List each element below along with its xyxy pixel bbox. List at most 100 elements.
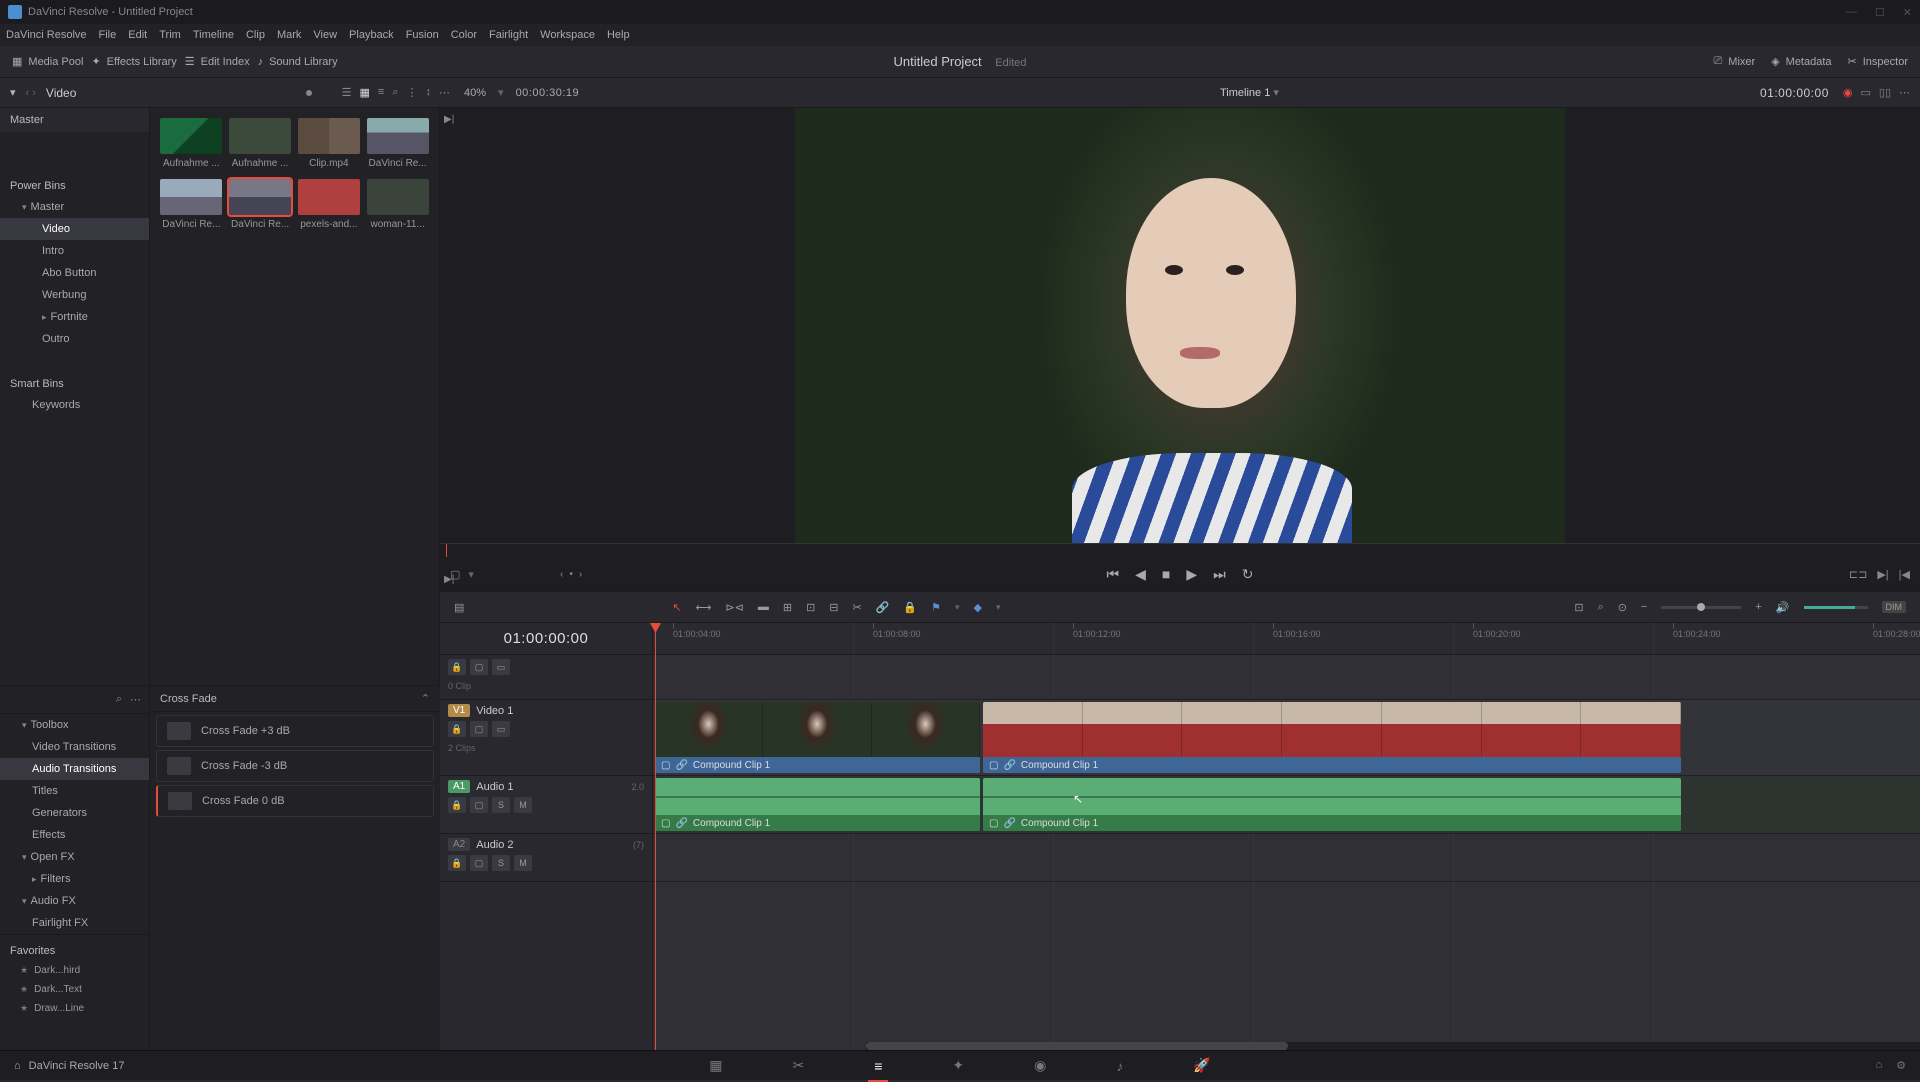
view-list-icon[interactable]: ≡	[378, 86, 384, 99]
menu-view[interactable]: View	[313, 29, 337, 41]
zoom-detail-icon[interactable]: ⌕	[1598, 601, 1604, 614]
timeline-tracks[interactable]: 01:00:04:0001:00:08:0001:00:12:0001:00:1…	[653, 623, 1920, 1050]
go-out-icon[interactable]: |◀	[1899, 568, 1910, 581]
clip-thumb[interactable]: pexels-and...	[298, 179, 361, 230]
bin-intro[interactable]: Intro	[0, 240, 149, 262]
keywords-bin[interactable]: Keywords	[0, 394, 149, 416]
viewer-image[interactable]	[795, 108, 1565, 543]
window-maximize[interactable]: ☐	[1875, 6, 1885, 19]
menu-help[interactable]: Help	[607, 29, 630, 41]
timeline-name-dropdown[interactable]: Timeline 1 ▾	[1220, 86, 1279, 99]
track-head-a2[interactable]: A2Audio 2(7) 🔒▢SM	[440, 834, 652, 882]
clip-a1-1[interactable]: ▢🔗Compound Clip 1	[655, 778, 980, 831]
insert-tool[interactable]: ⊞	[783, 601, 792, 614]
dim-button[interactable]: DIM	[1882, 601, 1907, 613]
arm-a1[interactable]: ▢	[470, 797, 488, 813]
bin-fortnite[interactable]: Fortnite	[0, 306, 149, 328]
viewer-zoom[interactable]: 40%	[464, 87, 486, 99]
inspector-toggle[interactable]: ✂Inspector	[1848, 55, 1908, 68]
clip-a1-2[interactable]: ▢🔗Compound Clip 1	[983, 778, 1681, 831]
fx-search-icon[interactable]: ⌕	[116, 693, 122, 706]
track-a1[interactable]: ▢🔗Compound Clip 1 ▢🔗Compound Clip 1 ↖	[653, 776, 1920, 834]
edit-index-toggle[interactable]: ☰ Edit Index	[185, 55, 250, 68]
go-start-button[interactable]: ⏮	[1107, 566, 1120, 583]
fx-menu-icon[interactable]: ⋯	[130, 693, 141, 706]
deliver-page[interactable]: 🚀	[1193, 1057, 1210, 1074]
clip-thumb[interactable]: woman-11...	[366, 179, 429, 230]
effects-library-toggle[interactable]: ✦ Effects Library	[91, 55, 176, 68]
track-v2[interactable]	[653, 655, 1920, 700]
fairlight-page[interactable]: ♪	[1116, 1058, 1123, 1074]
selection-tool[interactable]: ↖	[672, 601, 681, 614]
menu-davinci-resolve[interactable]: DaVinci Resolve	[6, 29, 87, 41]
step-fwd-button[interactable]: ⏭	[1213, 566, 1226, 583]
mixer-toggle[interactable]: ⎚Mixer	[1713, 55, 1755, 68]
filter-icon[interactable]: ⋮	[407, 86, 418, 99]
mute-v1[interactable]: ▭	[492, 721, 510, 737]
lock-a1[interactable]: 🔒	[448, 797, 466, 813]
auto-select-v2[interactable]: ▢	[470, 659, 488, 675]
zoom-full-icon[interactable]: ⊙	[1618, 601, 1627, 614]
track-head-v2[interactable]: 🔒▢▭ 0 Clip	[440, 655, 652, 700]
loop-button[interactable]: ↻	[1242, 566, 1254, 583]
mute-a1[interactable]: M	[514, 797, 532, 813]
mute-a2[interactable]: M	[514, 855, 532, 871]
lock-a2[interactable]: 🔒	[448, 855, 466, 871]
openfx-section[interactable]: Open FX	[0, 846, 149, 868]
search-icon[interactable]: ⌕	[392, 86, 398, 99]
in-out-icon[interactable]: ⊏⊐	[1849, 568, 1867, 581]
single-viewer-icon[interactable]: ▭	[1860, 86, 1870, 99]
bin-werbung[interactable]: Werbung	[0, 284, 149, 306]
fx-item[interactable]: Cross Fade -3 dB	[156, 750, 434, 782]
step-back-button[interactable]: ◀	[1135, 566, 1146, 583]
menu-playback[interactable]: Playback	[349, 29, 394, 41]
menu-workspace[interactable]: Workspace	[540, 29, 595, 41]
fairlight-fx-item[interactable]: Fairlight FX	[0, 912, 149, 934]
timeline-hscroll[interactable]	[866, 1042, 1920, 1050]
master-root[interactable]: Master	[0, 108, 149, 132]
snap-tool[interactable]: ⊡	[1574, 601, 1583, 614]
overwrite-tool[interactable]: ⊡	[806, 601, 815, 614]
blade-tool[interactable]: ▬	[758, 601, 769, 613]
flag-tool[interactable]: ⚑	[931, 601, 941, 614]
zoom-slider[interactable]	[1661, 606, 1741, 609]
sound-library-toggle[interactable]: ♪ Sound Library	[258, 56, 338, 68]
track-a2[interactable]	[653, 834, 1920, 882]
cut-page[interactable]: ✂	[792, 1057, 804, 1074]
play-button[interactable]: ▶	[1186, 566, 1197, 583]
toolbox-section[interactable]: Toolbox	[0, 714, 149, 736]
edit-page[interactable]: ≡	[874, 1058, 882, 1074]
menu-icon[interactable]: ⋯	[439, 86, 450, 99]
solo-a2[interactable]: S	[492, 855, 510, 871]
fx-cat-titles[interactable]: Titles	[0, 780, 149, 802]
volume-icon[interactable]: 🔊	[1776, 601, 1790, 614]
prev-edit-icon[interactable]: ‹	[560, 569, 563, 580]
fx-cat-video-transitions[interactable]: Video Transitions	[0, 736, 149, 758]
media-pool-toggle[interactable]: ▦ Media Pool	[12, 55, 83, 68]
window-minimize[interactable]: —	[1846, 6, 1857, 19]
match-frame-icon[interactable]: ▢	[450, 568, 460, 581]
playhead[interactable]	[655, 623, 656, 1050]
clip-v1-2[interactable]: ▢🔗Compound Clip 1	[983, 702, 1681, 773]
dynamic-trim-tool[interactable]: ⊳⊲	[725, 601, 743, 614]
track-head-a1[interactable]: A1Audio 12.0 🔒▢SM	[440, 776, 652, 834]
filters-item[interactable]: Filters	[0, 868, 149, 890]
viewer-scrubber[interactable]	[440, 543, 1920, 557]
home-icon[interactable]: ⌂	[14, 1060, 21, 1072]
trim-tool[interactable]: ⟷	[696, 601, 712, 614]
blade-edit-tool[interactable]: ✂	[853, 601, 862, 614]
menu-clip[interactable]: Clip	[246, 29, 265, 41]
track-v1[interactable]: ▢🔗Compound Clip 1 ▢🔗Compound Clip 1	[653, 700, 1920, 776]
bin-outro[interactable]: Outro	[0, 328, 149, 350]
arm-a2[interactable]: ▢	[470, 855, 488, 871]
track-head-v1[interactable]: V1Video 1 🔒▢▭ 2 Clips	[440, 700, 652, 776]
metadata-toggle[interactable]: ◈Metadata	[1771, 55, 1831, 68]
fx-cat-audio-transitions[interactable]: Audio Transitions	[0, 758, 149, 780]
volume-slider[interactable]	[1804, 606, 1868, 609]
fx-item[interactable]: Cross Fade 0 dB	[156, 785, 434, 817]
fx-item[interactable]: Cross Fade +3 dB	[156, 715, 434, 747]
view-metadata-icon[interactable]: ☰	[342, 86, 352, 99]
media-page[interactable]: ▦	[709, 1057, 722, 1074]
favorite-item[interactable]: Dark...hird	[0, 961, 149, 980]
replace-tool[interactable]: ⊟	[829, 601, 838, 614]
